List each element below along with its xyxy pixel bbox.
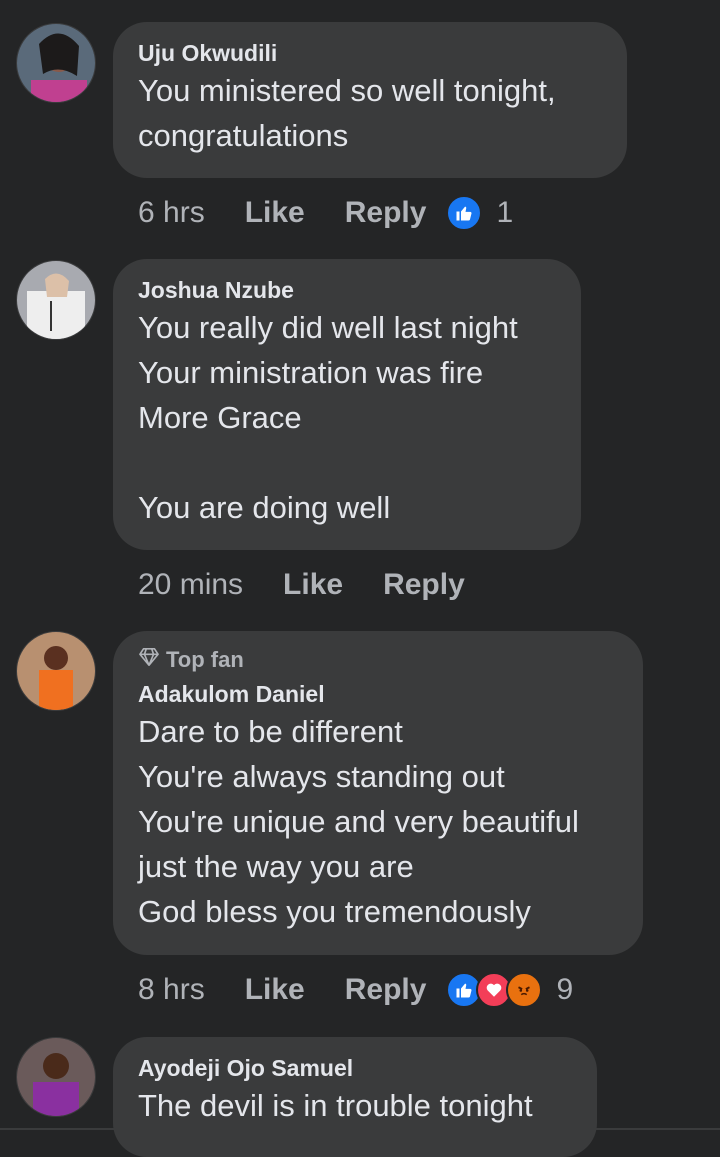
comment-line: You're unique and very beautiful [138,804,579,839]
reply-button[interactable]: Reply [383,568,465,602]
comment-line: You really did well last night [138,310,518,345]
comment-line: congratulations [138,118,349,153]
comment-actions: 6 hrs Like Reply 1 [138,193,513,233]
comment-line: The devil is in trouble tonight [138,1088,533,1123]
comment-author[interactable]: Joshua Nzube [138,275,556,305]
reply-button[interactable]: Reply [345,973,427,1007]
avatar[interactable] [16,260,96,340]
comment-author[interactable]: Ayodeji Ojo Samuel [138,1053,572,1083]
top-fan-label: Top fan [166,647,244,672]
like-icon [446,195,483,231]
comment-bubble: Uju Okwudili You ministered so well toni… [113,22,627,178]
top-fan-badge: Top fan [138,645,618,675]
avatar[interactable] [16,1037,96,1117]
comment-bubble: Top fan Adakulom Daniel Dare to be diffe… [113,631,643,955]
comment-time[interactable]: 6 hrs [138,196,205,230]
diamond-icon [138,645,160,675]
divider [0,1128,720,1130]
comment-line [138,440,556,485]
reaction-count: 9 [556,973,574,1006]
angry-icon [506,972,543,1008]
comment-line: just the way you are [138,849,414,884]
like-button[interactable]: Like [245,196,305,230]
reaction-summary[interactable]: 9 [446,972,573,1008]
reaction-summary[interactable]: 1 [446,195,513,231]
comment-bubble: Ayodeji Ojo Samuel The devil is in troub… [113,1037,597,1157]
comment-line: God bless you tremendously [138,894,531,929]
comment-line: You are doing well [138,490,391,525]
reply-button[interactable]: Reply [345,196,427,230]
like-button[interactable]: Like [283,568,343,602]
comment-line: More Grace [138,400,302,435]
comment-time[interactable]: 20 mins [138,568,243,602]
comment-actions: 20 mins Like Reply [138,565,505,605]
comment-time[interactable]: 8 hrs [138,973,205,1007]
like-button[interactable]: Like [245,973,305,1007]
comment-author[interactable]: Uju Okwudili [138,38,602,68]
comment-line: You're always standing out [138,759,505,794]
comment-bubble: Joshua Nzube You really did well last ni… [113,259,581,550]
comment-author[interactable]: Adakulom Daniel [138,679,618,709]
comment-line: Dare to be different [138,714,403,749]
comment-line: Your ministration was fire [138,355,484,390]
comment-line: You ministered so well tonight, [138,73,556,108]
avatar[interactable] [16,631,96,711]
comment-actions: 8 hrs Like Reply 9 [138,970,573,1010]
reaction-count: 1 [496,196,514,229]
avatar[interactable] [16,23,96,103]
